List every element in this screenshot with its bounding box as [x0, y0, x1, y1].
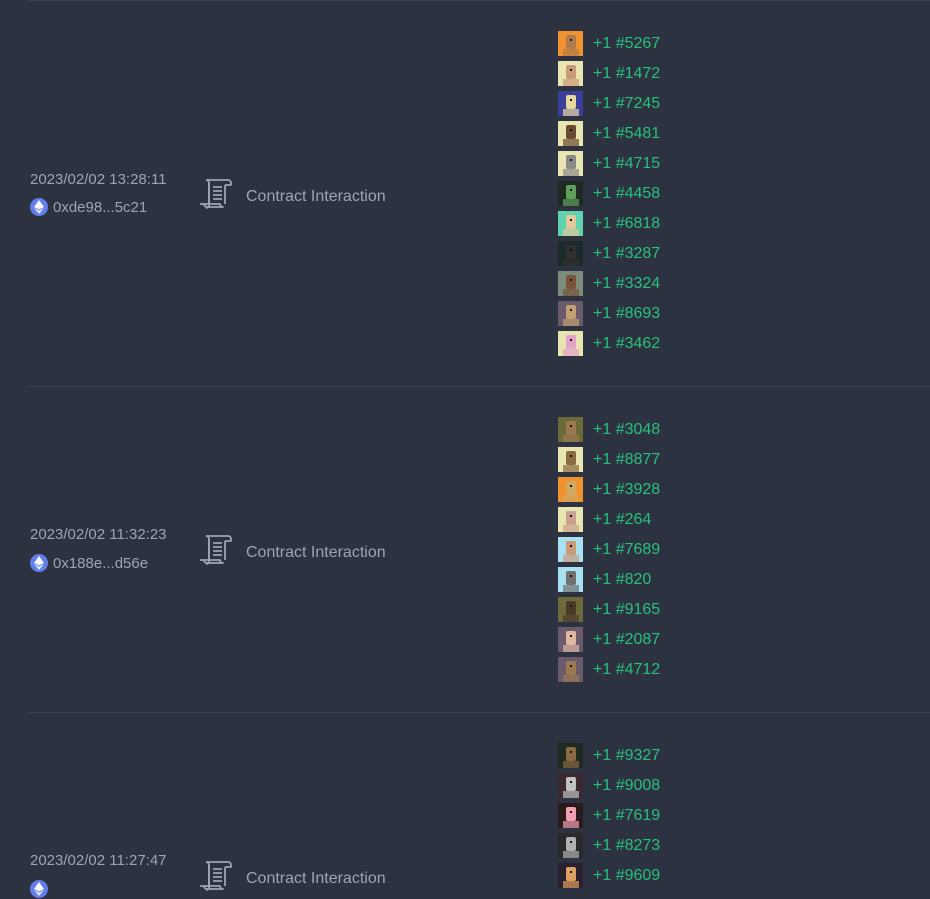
- transaction-type-label: Contract Interaction: [246, 543, 386, 561]
- token-item[interactable]: +1 #4458: [558, 181, 660, 206]
- token-item[interactable]: +1 #2087: [558, 627, 660, 652]
- nft-thumbnail[interactable]: [558, 803, 583, 828]
- transaction-timestamp: 2023/02/02 11:32:23: [30, 526, 167, 543]
- nft-thumbnail[interactable]: [558, 331, 583, 356]
- token-change-label[interactable]: +1 #264: [593, 511, 651, 529]
- token-item[interactable]: +1 #5267: [558, 31, 660, 56]
- nft-thumbnail[interactable]: [558, 241, 583, 266]
- token-change-label[interactable]: +1 #7619: [593, 807, 660, 825]
- nft-thumbnail[interactable]: [558, 477, 583, 502]
- nft-thumbnail[interactable]: [558, 61, 583, 86]
- token-change-label[interactable]: +1 #4458: [593, 185, 660, 203]
- token-item[interactable]: +1 #3462: [558, 331, 660, 356]
- nft-thumbnail[interactable]: [558, 597, 583, 622]
- token-item[interactable]: +1 #8877: [558, 447, 660, 472]
- token-item[interactable]: +1 #3928: [558, 477, 660, 502]
- token-item[interactable]: +1 #7689: [558, 537, 660, 562]
- transaction-timestamp: 2023/02/02 13:28:11: [30, 171, 167, 188]
- nft-thumbnail[interactable]: [558, 121, 583, 146]
- token-change-label[interactable]: +1 #9165: [593, 601, 660, 619]
- token-change-label[interactable]: +1 #5481: [593, 125, 660, 143]
- nft-thumbnail[interactable]: [558, 657, 583, 682]
- transaction-type: Contract Interaction: [198, 176, 386, 217]
- contract-scroll-icon: [198, 532, 234, 573]
- token-change-label[interactable]: +1 #4712: [593, 661, 660, 679]
- transaction-address[interactable]: 0xde98...5c21: [30, 198, 147, 216]
- token-item[interactable]: +1 #8693: [558, 301, 660, 326]
- nft-thumbnail[interactable]: [558, 537, 583, 562]
- contract-scroll-icon: [198, 176, 234, 217]
- token-change-label[interactable]: +1 #3462: [593, 335, 660, 353]
- nft-thumbnail[interactable]: [558, 91, 583, 116]
- token-change-label[interactable]: +1 #3287: [593, 245, 660, 263]
- token-item[interactable]: +1 #7619: [558, 803, 660, 828]
- token-change-label[interactable]: +1 #3928: [593, 481, 660, 499]
- divider-row-1: [28, 386, 930, 387]
- token-item[interactable]: +1 #6818: [558, 211, 660, 236]
- token-item[interactable]: +1 #9165: [558, 597, 660, 622]
- nft-thumbnail[interactable]: [558, 833, 583, 858]
- nft-thumbnail[interactable]: [558, 211, 583, 236]
- token-change-label[interactable]: +1 #8693: [593, 305, 660, 323]
- nft-thumbnail[interactable]: [558, 31, 583, 56]
- token-item[interactable]: +1 #3324: [558, 271, 660, 296]
- token-item[interactable]: +1 #264: [558, 507, 651, 532]
- token-change-label[interactable]: +1 #7689: [593, 541, 660, 559]
- ethereum-icon: [30, 198, 48, 216]
- token-change-label[interactable]: +1 #7245: [593, 95, 660, 113]
- token-change-label[interactable]: +1 #6818: [593, 215, 660, 233]
- token-change-label[interactable]: +1 #9609: [593, 867, 660, 885]
- nft-thumbnail[interactable]: [558, 301, 583, 326]
- token-item[interactable]: +1 #9008: [558, 773, 660, 798]
- transaction-timestamp: 2023/02/02 11:27:47: [30, 852, 167, 869]
- nft-thumbnail[interactable]: [558, 863, 583, 888]
- token-change-label[interactable]: +1 #9008: [593, 777, 660, 795]
- transaction-address[interactable]: [30, 880, 53, 898]
- nft-thumbnail[interactable]: [558, 567, 583, 592]
- nft-thumbnail[interactable]: [558, 743, 583, 768]
- token-item[interactable]: +1 #4712: [558, 657, 660, 682]
- transaction-address[interactable]: 0x188e...d56e: [30, 554, 148, 572]
- token-change-label[interactable]: +1 #5267: [593, 35, 660, 53]
- transaction-type: Contract Interaction: [198, 858, 386, 899]
- token-item[interactable]: +1 #1472: [558, 61, 660, 86]
- nft-thumbnail[interactable]: [558, 627, 583, 652]
- ethereum-icon: [30, 554, 48, 572]
- nft-thumbnail[interactable]: [558, 417, 583, 442]
- contract-scroll-icon: [198, 858, 234, 899]
- token-item[interactable]: +1 #820: [558, 567, 651, 592]
- nft-thumbnail[interactable]: [558, 181, 583, 206]
- nft-thumbnail[interactable]: [558, 773, 583, 798]
- divider-top: [28, 0, 930, 1]
- token-change-label[interactable]: +1 #8877: [593, 451, 660, 469]
- token-change-label[interactable]: +1 #2087: [593, 631, 660, 649]
- token-change-label[interactable]: +1 #4715: [593, 155, 660, 173]
- token-change-label[interactable]: +1 #3324: [593, 275, 660, 293]
- transaction-type-label: Contract Interaction: [246, 187, 386, 205]
- token-change-label[interactable]: +1 #9327: [593, 747, 660, 765]
- token-item[interactable]: +1 #9609: [558, 863, 660, 888]
- divider-row-2: [28, 712, 930, 713]
- token-item[interactable]: +1 #9327: [558, 743, 660, 768]
- ethereum-icon: [30, 880, 48, 898]
- nft-thumbnail[interactable]: [558, 507, 583, 532]
- token-item[interactable]: +1 #8273: [558, 833, 660, 858]
- address-text[interactable]: 0x188e...d56e: [53, 555, 148, 572]
- nft-thumbnail[interactable]: [558, 151, 583, 176]
- token-item[interactable]: +1 #3048: [558, 417, 660, 442]
- address-text[interactable]: 0xde98...5c21: [53, 199, 147, 216]
- token-change-label[interactable]: +1 #1472: [593, 65, 660, 83]
- transaction-type: Contract Interaction: [198, 532, 386, 573]
- nft-thumbnail[interactable]: [558, 271, 583, 296]
- token-change-label[interactable]: +1 #8273: [593, 837, 660, 855]
- token-item[interactable]: +1 #7245: [558, 91, 660, 116]
- token-item[interactable]: +1 #3287: [558, 241, 660, 266]
- token-change-label[interactable]: +1 #3048: [593, 421, 660, 439]
- token-change-label[interactable]: +1 #820: [593, 571, 651, 589]
- nft-thumbnail[interactable]: [558, 447, 583, 472]
- token-item[interactable]: +1 #5481: [558, 121, 660, 146]
- token-item[interactable]: +1 #4715: [558, 151, 660, 176]
